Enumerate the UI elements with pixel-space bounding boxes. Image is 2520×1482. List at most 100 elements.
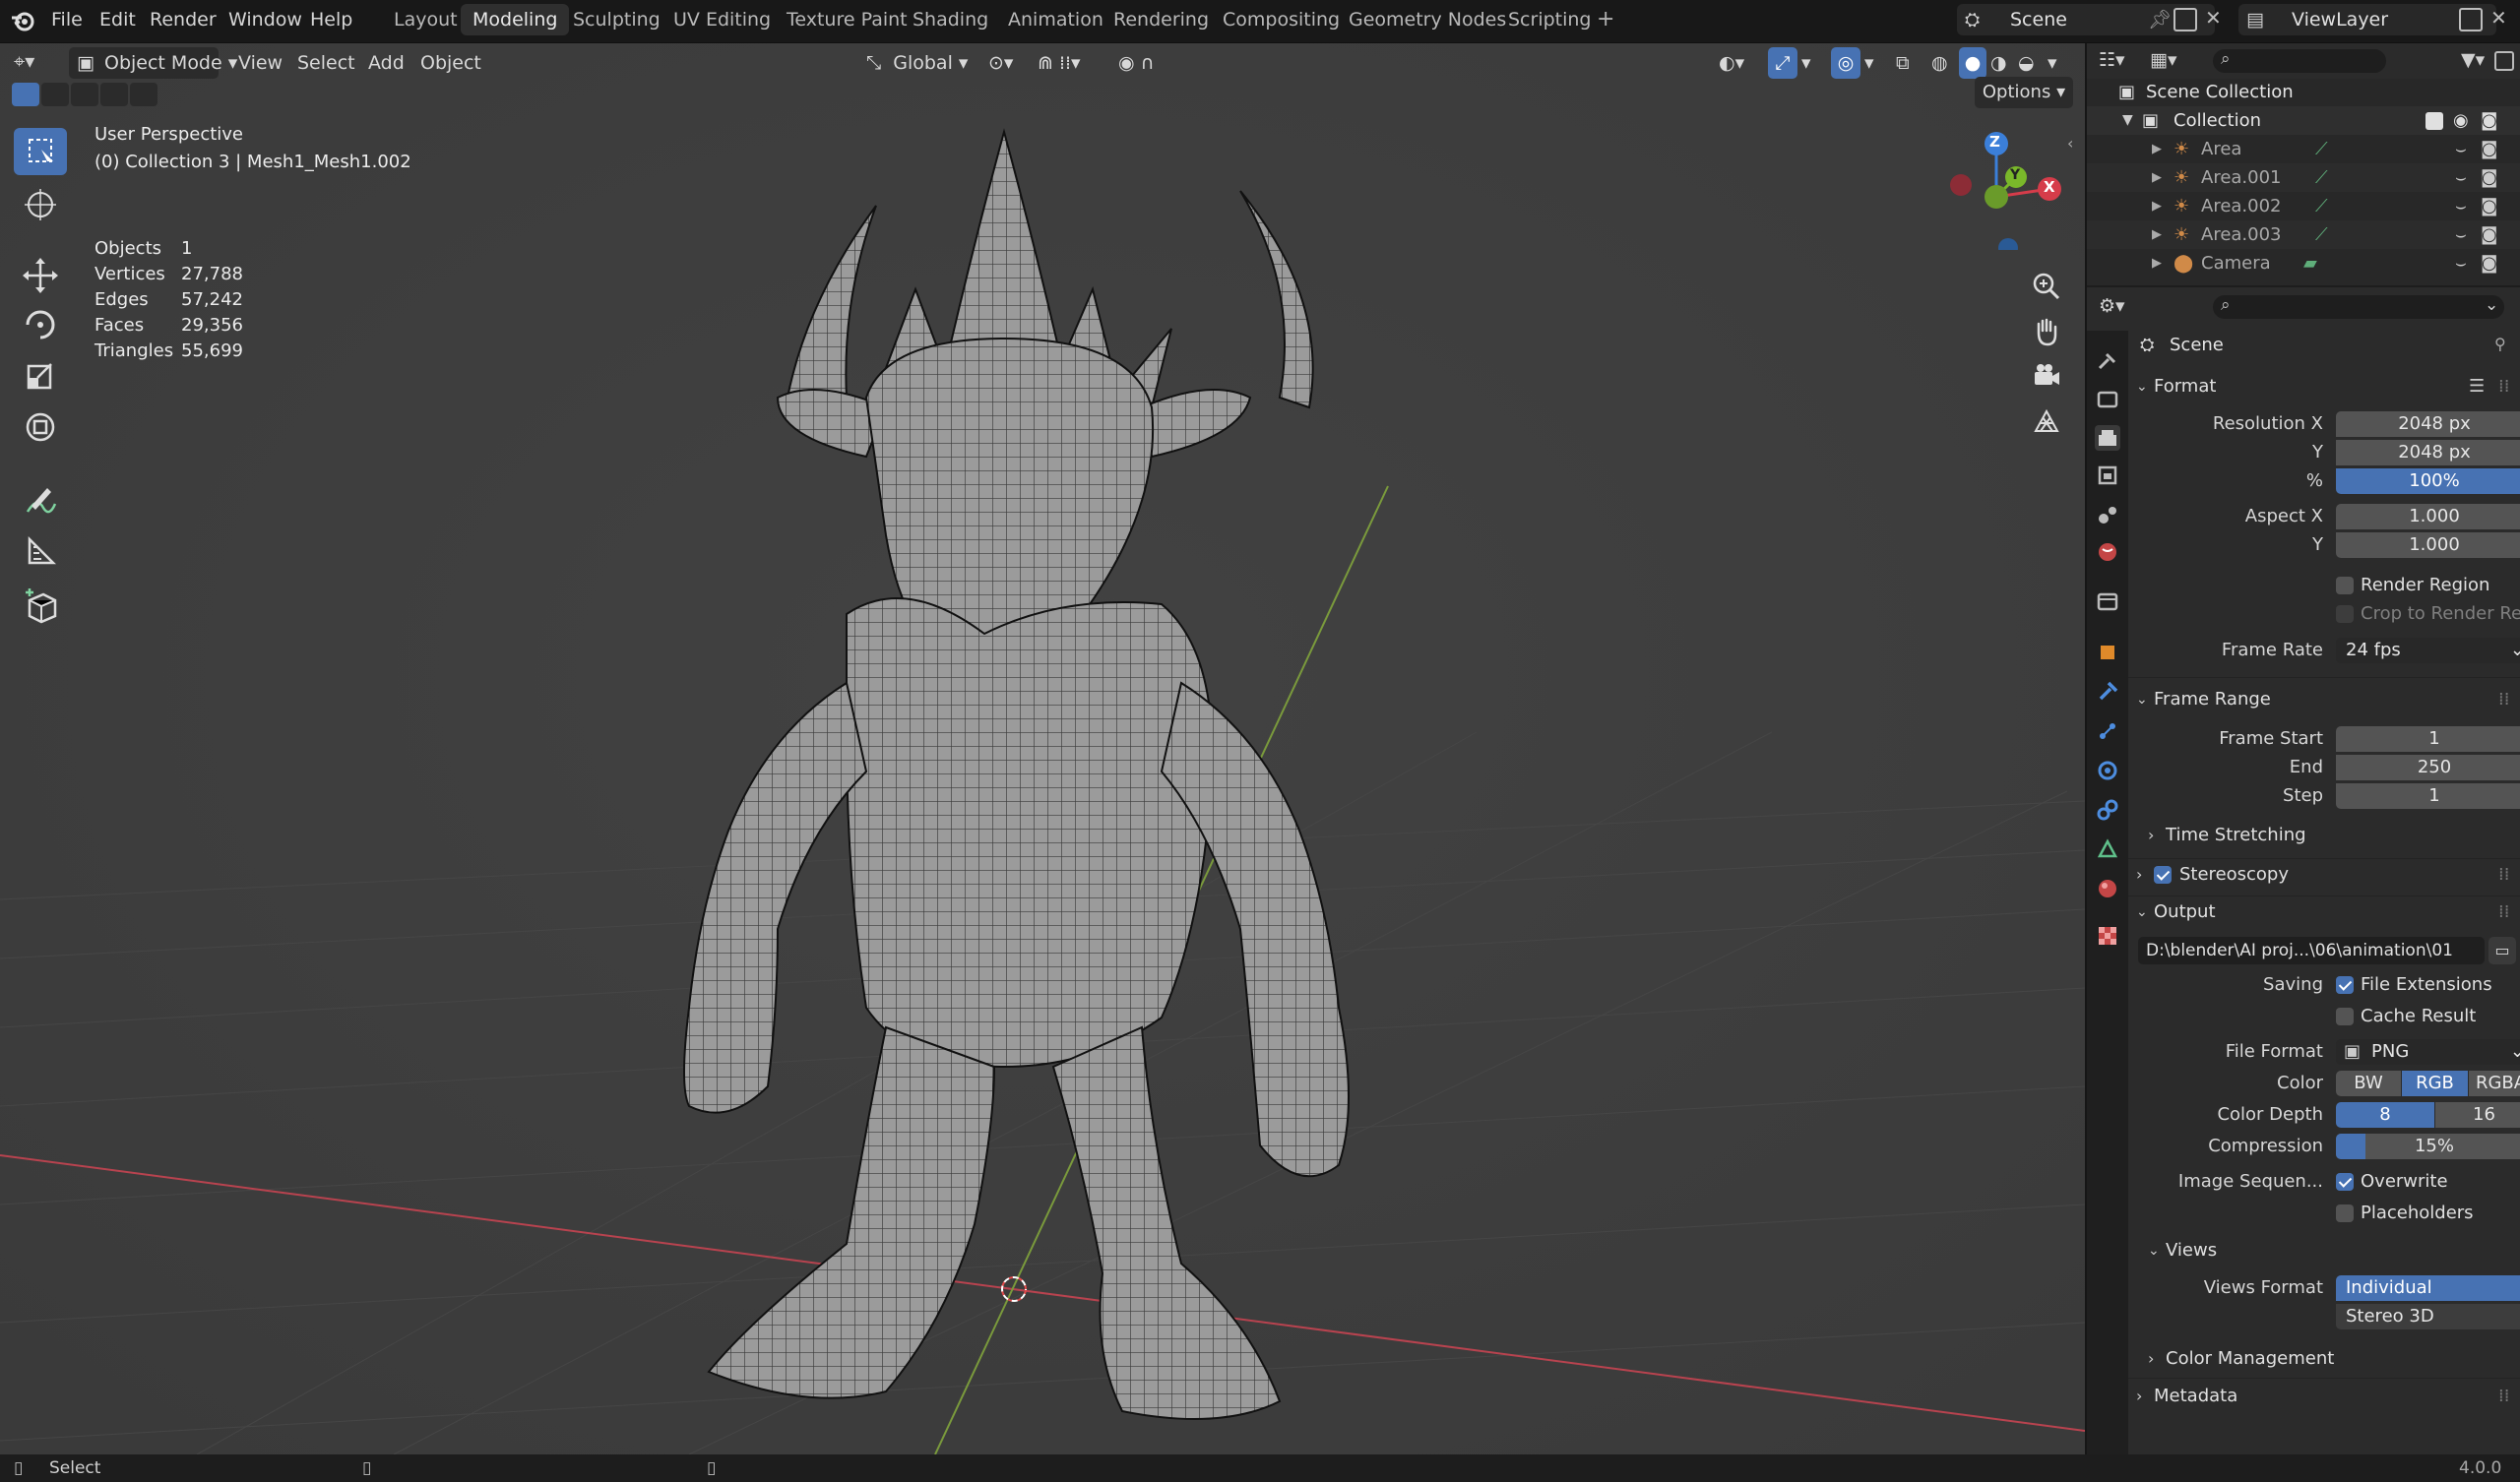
sidebar-toggle-icon[interactable]: ‹	[2067, 134, 2073, 153]
object-tab-icon[interactable]	[2095, 640, 2120, 665]
stereoscopy-checkbox[interactable]	[2154, 866, 2172, 884]
add-cube-tool[interactable]	[14, 583, 67, 630]
folder-browse-icon[interactable]: ▭	[2488, 937, 2516, 964]
modifier-tab-icon[interactable]	[2095, 679, 2120, 705]
render-tab-icon[interactable]	[2095, 386, 2120, 411]
properties-options-icon[interactable]: ⌄	[2485, 295, 2498, 315]
transform-tool[interactable]	[14, 403, 67, 451]
shading-wireframe-icon[interactable]: ◍	[1931, 47, 1948, 79]
menu-window[interactable]: Window	[228, 0, 302, 39]
outliner-scene-collection[interactable]: ▣ Scene Collection	[2087, 78, 2520, 106]
world-tab-icon[interactable]	[2095, 539, 2120, 565]
menu-view[interactable]: View	[238, 47, 283, 79]
tab-uv-editing[interactable]: UV Editing	[662, 4, 783, 35]
mode-selector[interactable]: ▣ Object Mode ▾	[69, 47, 237, 79]
output-path-input[interactable]: D:\blender\AI proj...\06\animation\01	[2138, 937, 2485, 964]
creature-mesh[interactable]	[679, 83, 1368, 1441]
pin-icon[interactable]: ⚲	[2494, 335, 2506, 353]
properties-search-input[interactable]: ⌕	[2213, 295, 2504, 319]
tool-tab-icon[interactable]	[2095, 348, 2120, 374]
particles-tab-icon[interactable]	[2095, 718, 2120, 744]
views-individual-option[interactable]: Individual	[2336, 1275, 2520, 1301]
light-data-icon[interactable]: ⟋	[2315, 220, 2328, 249]
data-tab-icon[interactable]	[2095, 836, 2120, 862]
transform-orientation-selector[interactable]: ⤡ Global ▾	[866, 47, 975, 79]
color-rgb-button[interactable]: RGB	[2402, 1071, 2468, 1096]
resolution-percentage-slider[interactable]: 100%	[2336, 468, 2520, 494]
tab-geometry-nodes[interactable]: Geometry Nodes	[1337, 4, 1518, 35]
scene-tab-icon[interactable]	[2095, 502, 2120, 527]
placeholders-checkbox[interactable]	[2336, 1204, 2354, 1222]
depth-16-button[interactable]: 16	[2435, 1102, 2520, 1128]
xray-icon[interactable]: ⧉	[1896, 47, 1910, 79]
tab-texture-paint[interactable]: Texture Paint	[775, 4, 919, 35]
drag-handle-icon[interactable]: ⁞⁞	[2498, 858, 2509, 892]
frame-end-field[interactable]: 250	[2336, 755, 2520, 780]
pivot-icon[interactable]: ⊙▾	[988, 47, 1013, 79]
add-workspace-icon[interactable]: +	[1597, 9, 1614, 31]
stereoscopy-panel-header[interactable]: › Stereoscopy ⁞⁞	[2136, 858, 2520, 892]
hide-eye-icon[interactable]: ⌣	[2455, 163, 2467, 192]
outliner-item[interactable]: ▶ ☀ Area ⟋ ⌣ ◙	[2087, 135, 2520, 163]
navigation-gizmo[interactable]: Z X Y	[1939, 122, 2067, 250]
options-dropdown[interactable]: Options ▾	[1975, 77, 2073, 108]
light-data-icon[interactable]: ⟋	[2315, 192, 2328, 220]
3d-viewport[interactable]: ⌖▾ ▣ Object Mode ▾ View Select Add Objec…	[0, 43, 2085, 1454]
frame-range-panel-header[interactable]: ⌄ Frame Range ⁞⁞	[2136, 683, 2520, 716]
properties-editor-type-icon[interactable]: ⚙▾	[2099, 295, 2125, 317]
display-mode-icon[interactable]: ▦▾	[2150, 49, 2177, 71]
render-camera-icon[interactable]: ◙	[2481, 220, 2497, 249]
constraints-tab-icon[interactable]	[2095, 797, 2120, 823]
ortho-grid-icon[interactable]	[2026, 401, 2067, 443]
new-collection-icon[interactable]	[2494, 51, 2514, 71]
new-scene-icon[interactable]	[2174, 8, 2197, 31]
views-subpanel-header[interactable]: ⌄ Views	[2148, 1234, 2520, 1267]
viewport-canvas[interactable]	[0, 43, 2085, 1454]
menu-edit[interactable]: Edit	[99, 0, 136, 39]
new-view-layer-icon[interactable]	[2459, 8, 2483, 31]
tab-sculpting[interactable]: Sculpting	[561, 4, 672, 35]
resolution-y-field[interactable]: 2048 px	[2336, 440, 2520, 465]
measure-tool[interactable]	[14, 527, 67, 575]
metadata-panel-header[interactable]: › Metadata ⁞⁞	[2136, 1380, 2520, 1413]
material-tab-icon[interactable]	[2095, 876, 2120, 901]
outliner-collection[interactable]: ▼ ▣ Collection ◉ ◙	[2087, 106, 2520, 135]
expand-arrow-icon[interactable]: ▶	[2152, 135, 2162, 163]
expand-arrow-icon[interactable]: ▶	[2152, 249, 2162, 278]
menu-render[interactable]: Render	[150, 0, 217, 39]
outliner-item[interactable]: ▶ ⬤ Camera ▰ ⌣ ◙	[2087, 249, 2520, 278]
outliner-search-input[interactable]: ⌕	[2213, 49, 2386, 73]
camera-data-icon[interactable]: ▰	[2303, 249, 2317, 278]
outliner-item[interactable]: ▶ ☀ Area.002 ⟋ ⌣ ◙	[2087, 192, 2520, 220]
render-camera-icon[interactable]: ◙	[2481, 249, 2497, 278]
menu-object[interactable]: Object	[420, 47, 481, 79]
shading-menu-icon[interactable]: ▾	[2048, 47, 2057, 79]
tab-compositing[interactable]: Compositing	[1211, 4, 1352, 35]
render-camera-icon[interactable]: ◙	[2481, 163, 2497, 192]
texture-tab-icon[interactable]	[2095, 923, 2120, 949]
render-camera-icon[interactable]: ◙	[2481, 192, 2497, 220]
render-camera-icon[interactable]: ◙	[2481, 135, 2497, 163]
drag-handle-icon[interactable]: ⁞⁞	[2498, 370, 2509, 403]
outliner-item[interactable]: ▶ ☀ Area.001 ⟋ ⌣ ◙	[2087, 163, 2520, 192]
menu-select[interactable]: Select	[297, 47, 355, 79]
proportional-edit-icon[interactable]: ◉ ∩	[1118, 47, 1155, 79]
time-stretching-subpanel[interactable]: › Time Stretching	[2148, 819, 2520, 852]
gizmo-toggle-icon[interactable]: ⤢	[1768, 47, 1797, 79]
tab-rendering[interactable]: Rendering	[1102, 4, 1221, 35]
expand-arrow-icon[interactable]: ▶	[2152, 192, 2162, 220]
overlays-menu-icon[interactable]: ▾	[1864, 47, 1874, 79]
outliner-item[interactable]: ▶ ☀ Area.003 ⟋ ⌣ ◙	[2087, 220, 2520, 249]
delete-scene-icon[interactable]: ✕	[2205, 6, 2222, 30]
camera-view-icon[interactable]	[2026, 356, 2067, 398]
tab-scripting[interactable]: Scripting	[1496, 4, 1604, 35]
shading-solid-icon[interactable]: ●	[1959, 47, 1986, 79]
rotate-tool[interactable]	[14, 301, 67, 348]
collection-tab-icon[interactable]	[2095, 588, 2120, 614]
tab-layout[interactable]: Layout	[382, 4, 470, 35]
hide-eye-icon[interactable]: ⌣	[2455, 249, 2467, 278]
presets-icon[interactable]: ☰	[2469, 370, 2485, 403]
eye-icon[interactable]: ◉	[2453, 106, 2469, 135]
select-subtract-icon[interactable]	[71, 83, 98, 106]
select-intersect-icon[interactable]	[100, 83, 128, 106]
